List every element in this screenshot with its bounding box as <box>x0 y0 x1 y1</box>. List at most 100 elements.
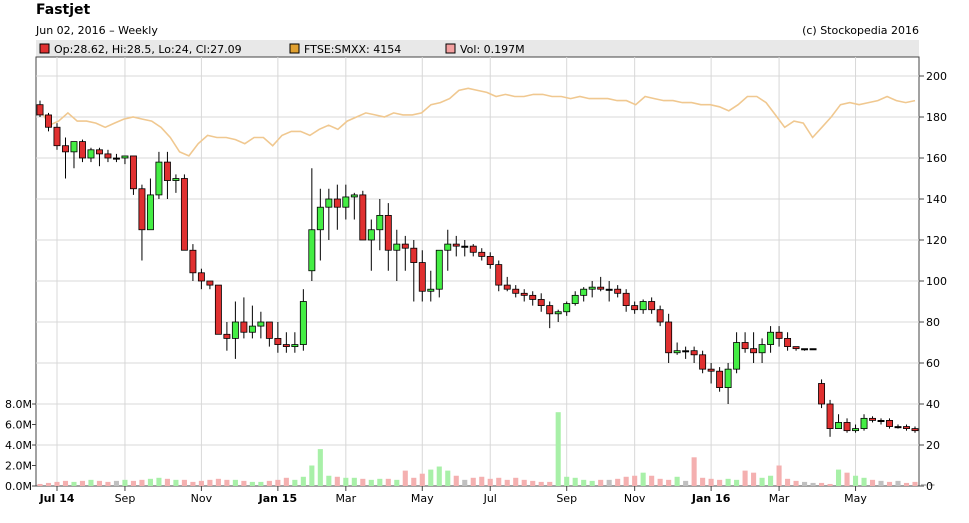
candle-body <box>597 286 605 290</box>
candle-body <box>741 342 749 350</box>
candle-body <box>350 194 358 198</box>
candle-body <box>580 288 588 296</box>
time-tick-label: Sep <box>556 492 577 505</box>
volume-bar <box>725 478 731 486</box>
time-tick-label: Jul 14 <box>39 492 75 505</box>
stock-chart: Op:28.62, Hi:28.5, Lo:24, Cl:27.09 FTSE:S… <box>5 40 947 505</box>
volume-bar <box>139 479 145 486</box>
candle-body <box>801 348 809 351</box>
plot-area <box>35 56 920 487</box>
candle-body <box>36 104 44 116</box>
candle-body <box>673 350 681 354</box>
volume-bar <box>326 475 332 486</box>
volume-bar <box>657 478 663 486</box>
candle-body <box>818 383 826 405</box>
volume-bar <box>462 479 468 486</box>
volume-tick-label: 6.0M <box>5 419 32 432</box>
candle-body <box>87 149 95 159</box>
candle-body <box>563 303 571 313</box>
volume-bar <box>666 479 672 486</box>
candle-body <box>163 161 171 181</box>
candle-body <box>62 145 69 153</box>
volume-bar <box>793 480 799 486</box>
candle-body <box>435 249 443 290</box>
legend-label: FTSE:SMXX: 4154 <box>304 43 401 56</box>
volume-bar <box>776 465 782 486</box>
volume-bar <box>266 480 272 486</box>
candle-body <box>520 292 528 296</box>
volume-bar <box>802 481 808 486</box>
candle-body <box>333 198 341 208</box>
volume-bar <box>861 477 867 486</box>
candle-body <box>648 301 656 311</box>
volume-tick-label: 8.0M <box>5 398 32 411</box>
candle-body <box>45 114 52 128</box>
volume-bar <box>445 470 451 486</box>
volume-bar <box>598 479 604 486</box>
time-tick-label: Jul <box>483 492 497 505</box>
candle-body <box>248 325 256 333</box>
volume-bar <box>377 478 383 486</box>
volume-bar <box>232 479 238 486</box>
candle-body <box>79 141 86 159</box>
candle-body <box>342 196 350 208</box>
volume-bar <box>88 479 94 486</box>
volume-bar <box>249 481 255 486</box>
candle-body <box>903 426 910 429</box>
volume-bar <box>895 480 901 486</box>
candle-body <box>367 229 375 241</box>
candle-body <box>146 194 154 231</box>
candle-body <box>316 206 324 231</box>
candle-body <box>53 126 61 147</box>
candle-body <box>682 350 690 353</box>
candle-body <box>129 155 137 190</box>
volume-bar <box>734 479 740 486</box>
legend-swatch <box>39 43 50 54</box>
candle-body <box>869 417 876 421</box>
volume-bar <box>496 477 502 486</box>
candle-body <box>614 288 622 294</box>
candle-body <box>274 337 282 345</box>
candle-body <box>911 428 919 432</box>
candle-body <box>758 344 766 354</box>
volume-bar <box>54 481 60 486</box>
volume-bar <box>912 481 918 486</box>
candle-body <box>112 157 120 160</box>
volume-bar <box>122 479 128 486</box>
candle-body <box>240 321 248 333</box>
volume-bar <box>173 479 179 486</box>
volume-bar <box>886 481 893 486</box>
time-tick-label: Nov <box>624 492 646 505</box>
volume-bar <box>810 482 816 486</box>
volume-bar <box>640 472 646 486</box>
volume-bar <box>572 477 578 486</box>
candle-body <box>138 188 146 231</box>
candle-body <box>529 294 537 300</box>
candle-body <box>469 245 477 253</box>
candle-body <box>750 348 758 354</box>
volume-bar <box>903 482 910 486</box>
volume-bar <box>708 478 714 486</box>
volume-bar <box>402 470 408 486</box>
volume-bar <box>241 480 247 486</box>
price-tick-label: 0 <box>926 480 933 493</box>
volume-bar <box>691 457 697 486</box>
volume-bar <box>309 465 315 486</box>
candle-body <box>206 280 214 286</box>
volume-bar <box>394 479 400 486</box>
candle-body <box>461 245 469 248</box>
candle-body <box>282 344 290 347</box>
price-tick-label: 20 <box>926 439 940 452</box>
candle-body <box>291 344 299 347</box>
candle-body <box>265 321 273 339</box>
volume-bar <box>564 476 570 486</box>
volume-bar <box>96 480 103 486</box>
volume-bar <box>827 483 833 486</box>
volume-bar <box>428 469 434 486</box>
volume-bar <box>113 480 120 486</box>
volume-bar <box>581 479 587 486</box>
candle-body <box>835 422 843 430</box>
volume-bar <box>258 481 264 486</box>
candle-body <box>427 288 435 292</box>
volume-bar <box>147 478 153 486</box>
